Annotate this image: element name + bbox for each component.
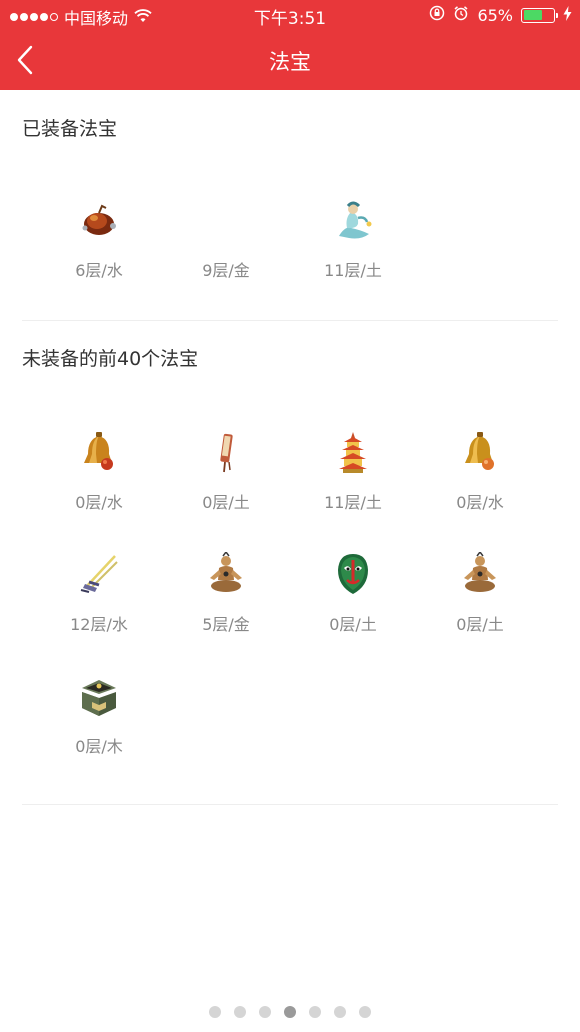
unequipped-item[interactable]: 0层/水 (49, 429, 149, 513)
item-label: 6层/水 (75, 261, 123, 280)
unequipped-section-title: 未装备的前40个法宝 (22, 348, 199, 370)
item-label: 5层/金 (202, 615, 250, 634)
item-label: 0层/土 (456, 615, 504, 634)
treasure-chest-icon (76, 673, 122, 719)
app-header: 中国移动 下午3:51 65% 法宝 (0, 0, 580, 90)
battery-percentage: 65% (477, 5, 513, 25)
item-label: 12层/水 (70, 615, 128, 634)
meditating-figure-icon (457, 551, 503, 597)
item-label: 11层/土 (324, 493, 382, 512)
scroll-icon (203, 429, 249, 475)
unequipped-item[interactable]: 0层/木 (49, 673, 149, 757)
gourd-icon (76, 197, 122, 243)
unequipped-item[interactable]: 0层/水 (430, 429, 530, 513)
flying-sword-icon (76, 551, 122, 597)
bell-icon (76, 429, 122, 475)
unequipped-item[interactable]: 11层/土 (303, 429, 403, 513)
item-label: 0层/土 (329, 615, 377, 634)
equipped-item[interactable]: 11层/土 (303, 197, 403, 281)
item-label: 0层/土 (202, 493, 250, 512)
page-indicator (0, 1006, 580, 1018)
page-title: 法宝 (269, 50, 311, 74)
page-dot[interactable] (209, 1006, 221, 1018)
item-label: 0层/水 (456, 493, 504, 512)
unequipped-item[interactable]: 0层/土 (303, 551, 403, 635)
spirit-figure-icon (330, 197, 376, 243)
page-dot[interactable] (259, 1006, 271, 1018)
opera-mask-icon (330, 551, 376, 597)
unequipped-item[interactable]: 5层/金 (176, 551, 276, 635)
page-dot[interactable] (334, 1006, 346, 1018)
status-bar: 中国移动 下午3:51 65% (0, 0, 580, 30)
rotation-lock-icon (429, 5, 445, 25)
page-dot[interactable] (309, 1006, 321, 1018)
equipped-section-title: 已装备法宝 (22, 118, 118, 140)
battery-icon (521, 7, 558, 23)
item-label: 9层/金 (202, 261, 250, 280)
page-dot-active[interactable] (284, 1006, 296, 1018)
item-icon-empty (203, 197, 249, 243)
page-dot[interactable] (359, 1006, 371, 1018)
nav-bar: 法宝 (0, 30, 580, 90)
item-label: 11层/土 (324, 261, 382, 280)
unequipped-item[interactable]: 0层/土 (430, 551, 530, 635)
charging-icon (563, 5, 572, 25)
battery-level-fill (523, 10, 543, 20)
alarm-icon (453, 5, 469, 25)
unequipped-item[interactable]: 0层/土 (176, 429, 276, 513)
equipped-item[interactable]: 6层/水 (49, 197, 149, 281)
section-divider (22, 320, 558, 321)
page-dot[interactable] (234, 1006, 246, 1018)
bell-icon (457, 429, 503, 475)
equipped-item[interactable]: 9层/金 (176, 197, 276, 281)
meditating-figure-icon (203, 551, 249, 597)
section-divider (22, 804, 558, 805)
pagoda-icon (330, 429, 376, 475)
item-label: 0层/木 (75, 737, 123, 756)
unequipped-item[interactable]: 12层/水 (49, 551, 149, 635)
item-label: 0层/水 (75, 493, 123, 512)
